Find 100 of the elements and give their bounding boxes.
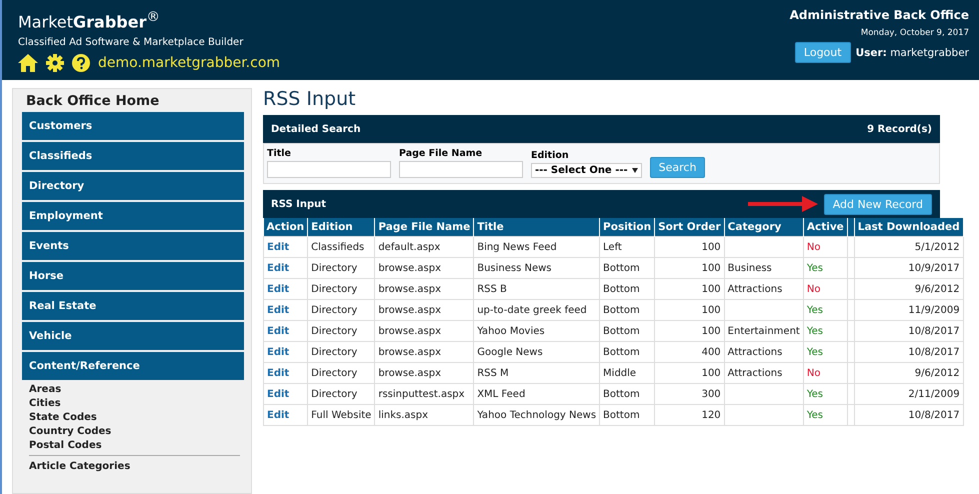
table-cell: 100 xyxy=(654,236,724,258)
sidebar-title[interactable]: Back Office Home xyxy=(22,89,244,112)
column-header: Last Downloaded xyxy=(854,218,964,236)
table-cell: 300 xyxy=(654,384,724,404)
table-cell: Yahoo Movies xyxy=(474,320,600,342)
table-cell: browse.aspx xyxy=(374,342,474,362)
sidebar-section[interactable]: Vehicle xyxy=(22,322,244,350)
table-cell: Entertainment xyxy=(724,320,804,342)
sidebar-section[interactable]: Employment xyxy=(22,202,244,230)
table-cell: 100 xyxy=(654,320,724,342)
table-cell: 10/8/2017 xyxy=(854,342,964,362)
column-header: Category xyxy=(724,218,804,236)
column-header: Position xyxy=(600,218,655,236)
table-cell: links.aspx xyxy=(374,404,474,426)
column-header: Edition xyxy=(308,218,375,236)
table-cell: RSS B xyxy=(474,278,600,300)
table-cell: 100 xyxy=(654,362,724,384)
sidebar-section[interactable]: Content/Reference xyxy=(22,352,244,380)
date-text: Monday, October 9, 2017 xyxy=(860,28,969,38)
table-cell: 100 xyxy=(654,300,724,320)
table-cell: 10/8/2017 xyxy=(854,320,964,342)
column-header: Title xyxy=(474,218,600,236)
column-header: Sort Order xyxy=(654,218,724,236)
help-icon[interactable] xyxy=(72,54,90,72)
table-cell: browse.aspx xyxy=(374,362,474,384)
sidebar-section[interactable]: Directory xyxy=(22,172,244,200)
sidebar-section[interactable]: Horse xyxy=(22,262,244,290)
table-cell: Yahoo Technology News xyxy=(474,404,600,426)
table-cell: rssinputtest.aspx xyxy=(374,384,474,404)
search-title: Detailed Search xyxy=(271,124,361,134)
field-label: Title xyxy=(267,148,292,159)
table-cell: Directory xyxy=(308,258,375,278)
sidebar-link[interactable]: Cities xyxy=(22,396,244,410)
table-title: RSS Input xyxy=(271,198,326,210)
edition-select[interactable]: --- Select One --- xyxy=(531,163,642,178)
table-cell: Directory xyxy=(308,342,375,362)
table-cell: Directory xyxy=(308,278,375,300)
table-cell: Directory xyxy=(308,300,375,320)
active-status: Yes xyxy=(803,320,848,342)
arrow-icon xyxy=(748,195,818,213)
table-cell: Directory xyxy=(308,384,375,404)
table-cell: browse.aspx xyxy=(374,300,474,320)
active-status: No xyxy=(803,278,848,300)
brand-logo: MarketGrabber$^{®}$ xyxy=(18,10,161,32)
table-cell: 400 xyxy=(654,342,724,362)
table-cell: 10/8/2017 xyxy=(854,404,964,426)
sidebar-section[interactable]: Customers xyxy=(22,112,244,140)
table-cell: Business xyxy=(724,258,804,278)
table-cell: default.aspx xyxy=(374,236,474,258)
tagline: Classified Ad Software & Marketplace Builder xyxy=(18,37,244,48)
table-cell: Google News xyxy=(474,342,600,362)
table-cell: Middle xyxy=(600,362,655,384)
sidebar-link[interactable]: Article Categories xyxy=(22,459,244,473)
active-status: Yes xyxy=(803,300,848,320)
active-status: Yes xyxy=(803,384,848,404)
table-cell: Bottom xyxy=(600,320,655,342)
table-cell: Bottom xyxy=(600,404,655,426)
table-cell: Bottom xyxy=(600,384,655,404)
table-cell: 10/9/2017 xyxy=(854,258,964,278)
table-cell: 2/11/2009 xyxy=(854,384,964,404)
table-cell: XML Feed xyxy=(474,384,600,404)
table-cell: 100 xyxy=(654,278,724,300)
column-header: Page File Name xyxy=(374,218,474,236)
table-cell: Attractions xyxy=(724,342,804,362)
page-title: RSS Input xyxy=(263,88,357,110)
settings-icon[interactable] xyxy=(46,54,64,72)
sidebar-link[interactable]: State Codes xyxy=(22,410,244,424)
table-cell: 9/6/2012 xyxy=(854,362,964,384)
table-cell: Directory xyxy=(308,362,375,384)
sidebar-link[interactable]: Postal Codes xyxy=(22,438,244,452)
sidebar-section[interactable]: Classifieds xyxy=(22,142,244,170)
table-cell: Attractions xyxy=(724,278,804,300)
active-status: No xyxy=(803,362,848,384)
table-cell: Left xyxy=(600,236,655,258)
field-label: Edition xyxy=(531,150,570,161)
sidebar-section[interactable]: Events xyxy=(22,232,244,260)
active-status: Yes xyxy=(803,258,848,278)
column-header: Action xyxy=(264,218,308,236)
sidebar-link[interactable]: Country Codes xyxy=(22,424,244,438)
active-status: Yes xyxy=(803,342,848,362)
table-cell: browse.aspx xyxy=(374,320,474,342)
table-cell: browse.aspx xyxy=(374,258,474,278)
table-cell: Bottom xyxy=(600,278,655,300)
table-cell: Directory xyxy=(308,320,375,342)
table-cell: RSS M xyxy=(474,362,600,384)
table-cell: Business News xyxy=(474,258,600,278)
table-cell: Bottom xyxy=(600,300,655,320)
caret-icon xyxy=(632,168,638,173)
user-text: User: marketgrabber xyxy=(856,46,969,58)
table-cell: 5/1/2012 xyxy=(854,236,964,258)
active-status: No xyxy=(803,236,848,258)
table-cell: Bottom xyxy=(600,342,655,362)
home-icon[interactable] xyxy=(18,54,38,72)
table-cell: 100 xyxy=(654,258,724,278)
site-link[interactable]: demo.marketgrabber.com xyxy=(98,55,280,72)
search-input-field[interactable] xyxy=(267,161,391,178)
sidebar-section[interactable]: Real Estate xyxy=(22,292,244,320)
search-input-field[interactable] xyxy=(399,161,523,178)
sidebar-link[interactable]: Areas xyxy=(22,382,244,396)
table-cell: Attractions xyxy=(724,362,804,384)
